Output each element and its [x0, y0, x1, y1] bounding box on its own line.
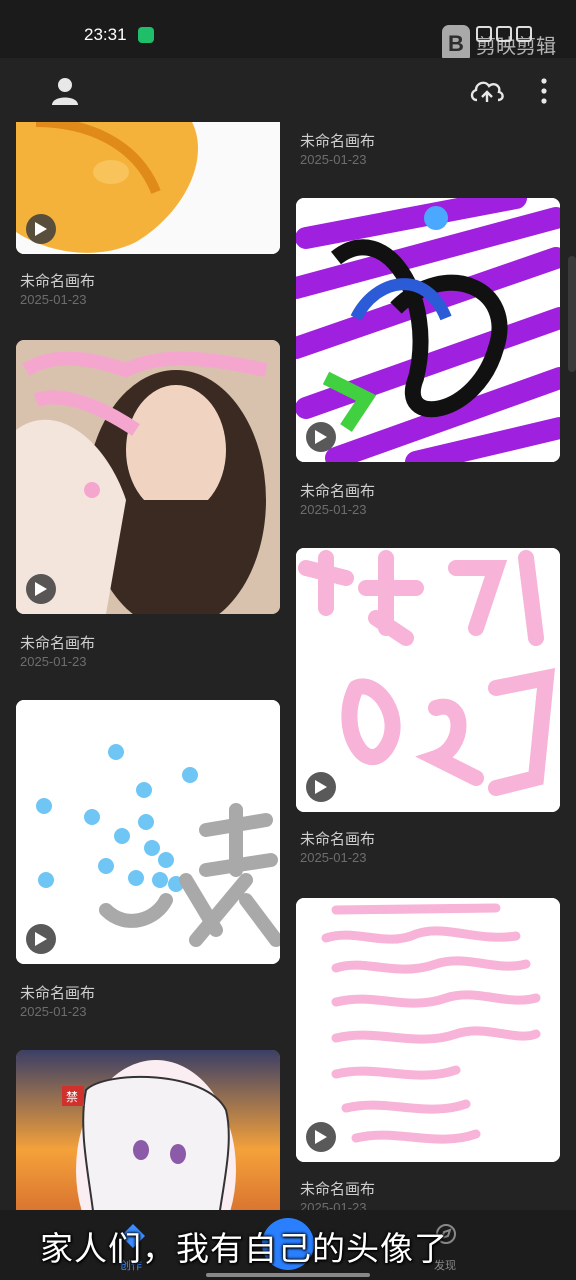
canvas-card-date: 2025-01-23	[20, 1004, 87, 1019]
scrollbar[interactable]	[568, 256, 576, 372]
canvas-card-thumbnail[interactable]	[296, 198, 560, 462]
canvas-card-thumbnail[interactable]: 禁	[16, 1050, 280, 1210]
canvas-feed[interactable]: 未命名画布 2025-01-23 未命名画布 2025-01-23 未命名画布 …	[0, 122, 576, 1210]
play-icon[interactable]	[26, 924, 56, 954]
canvas-card-title: 未命名画布	[300, 831, 376, 848]
canvas-card-thumbnail[interactable]	[16, 122, 280, 254]
canvas-card-title: 未命名画布	[20, 985, 96, 1002]
play-icon[interactable]	[26, 574, 56, 604]
canvas-card-thumbnail[interactable]	[296, 548, 560, 812]
canvas-card-thumbnail[interactable]	[296, 898, 560, 1162]
user-icon[interactable]	[50, 76, 80, 106]
play-icon[interactable]	[26, 214, 56, 244]
home-indicator[interactable]	[206, 1273, 370, 1277]
canvas-card-date: 2025-01-23	[20, 654, 87, 669]
canvas-card-title: 未命名画布	[300, 1181, 376, 1198]
thumbnail-image	[296, 548, 560, 812]
notification-app-icon	[138, 27, 154, 43]
canvas-card-title: 未命名画布	[300, 133, 376, 150]
thumbnail-stamp-text: 禁	[66, 1090, 78, 1104]
canvas-card-thumbnail[interactable]	[16, 700, 280, 964]
thumbnail-image	[16, 700, 280, 964]
thumbnail-image	[296, 198, 560, 462]
status-time: 23:31	[84, 25, 127, 44]
canvas-card-title: 未命名画布	[300, 483, 376, 500]
thumbnail-image: 禁	[16, 1050, 280, 1210]
video-subtitle: 家人们，我有自己的头像了	[40, 1229, 448, 1268]
canvas-card-date: 2025-01-23	[20, 292, 87, 307]
canvas-card-date: 2025-01-23	[300, 850, 367, 865]
watermark-text: 剪映剪辑	[476, 35, 556, 58]
canvas-card-date: 2025-01-23	[300, 1200, 367, 1210]
thumbnail-image	[16, 340, 280, 614]
play-icon[interactable]	[306, 422, 336, 452]
more-vertical-icon[interactable]	[534, 76, 554, 106]
canvas-card-title: 未命名画布	[20, 635, 96, 652]
canvas-card-title: 未命名画布	[20, 273, 96, 290]
thumbnail-image	[296, 898, 560, 1162]
thumbnail-image	[16, 122, 280, 254]
canvas-card-date: 2025-01-23	[300, 502, 367, 517]
play-icon[interactable]	[306, 772, 336, 802]
canvas-card-date: 2025-01-23	[300, 152, 367, 167]
play-icon[interactable]	[306, 1122, 336, 1152]
cloud-sync-icon[interactable]	[468, 76, 506, 106]
canvas-card-thumbnail[interactable]	[16, 340, 280, 614]
